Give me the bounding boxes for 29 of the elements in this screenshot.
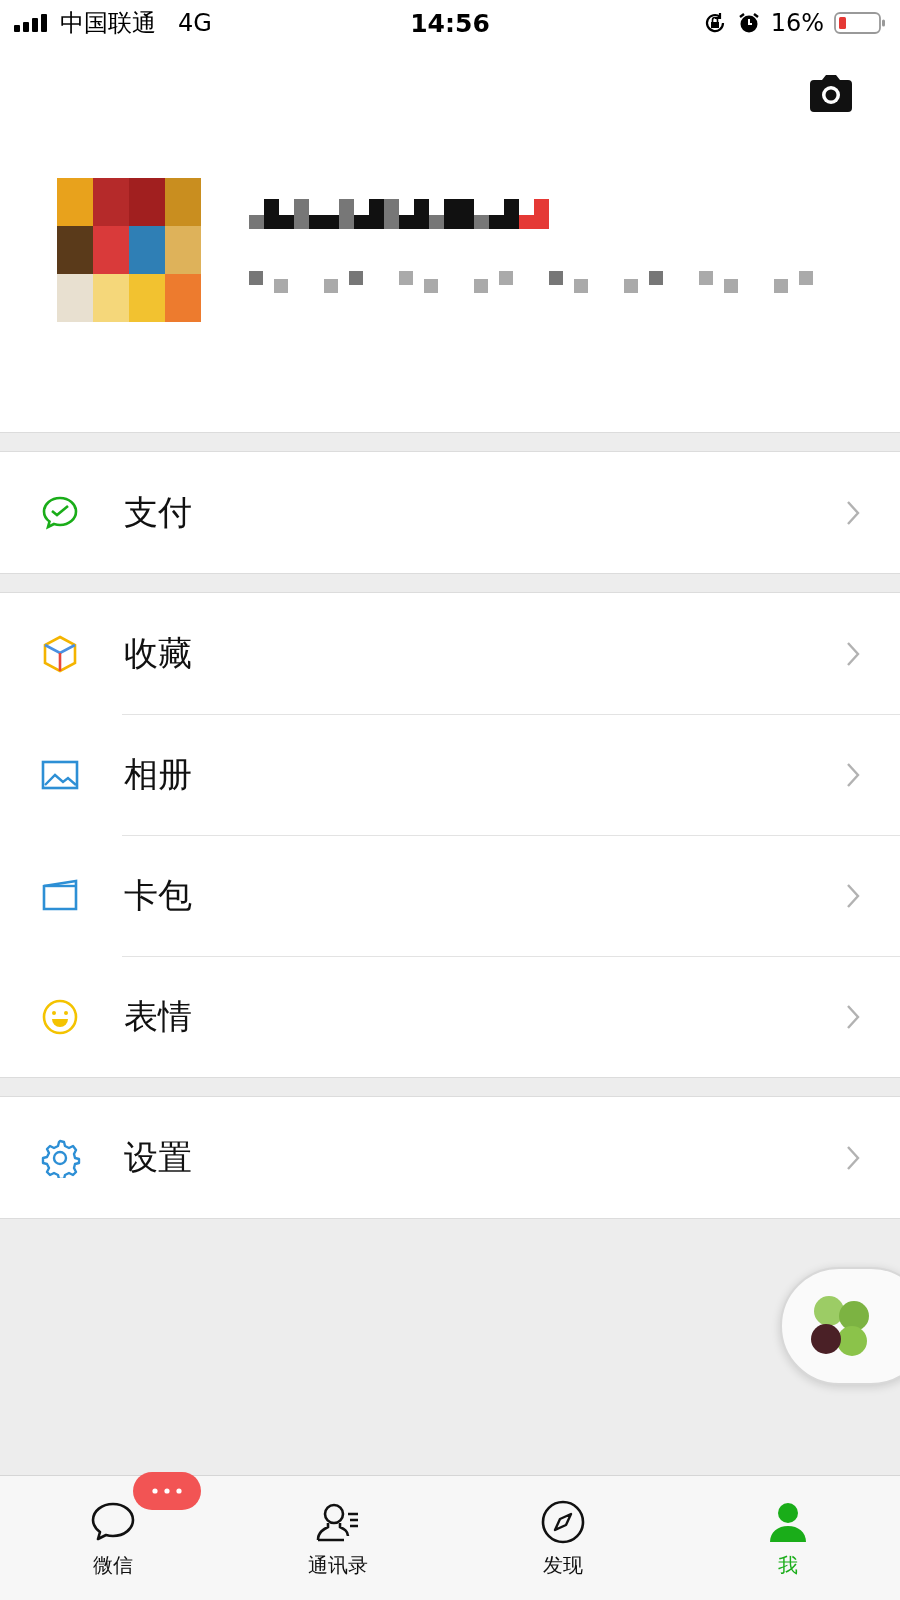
tab[interactable]: 通讯录 xyxy=(225,1476,450,1600)
menu-item[interactable]: 设置 xyxy=(0,1097,900,1218)
floating-button[interactable] xyxy=(780,1267,900,1385)
signal-icon xyxy=(14,14,50,32)
menu-label: 收藏 xyxy=(124,631,193,675)
chevron-icon xyxy=(846,882,860,909)
menu-label: 支付 xyxy=(124,490,193,534)
menu-item[interactable]: 支付 xyxy=(0,452,900,573)
menu-label: 设置 xyxy=(124,1135,193,1179)
battery-icon xyxy=(834,11,886,35)
chevron-icon xyxy=(846,499,860,526)
menu-label: 卡包 xyxy=(124,873,193,917)
carrier-name: 中国联通 xyxy=(60,8,156,39)
chevron-icon xyxy=(846,640,860,667)
menu-item[interactable]: 相册 xyxy=(0,714,900,835)
chevron-icon xyxy=(846,761,860,788)
camera-icon[interactable] xyxy=(808,74,854,112)
tab[interactable]: 发现 xyxy=(450,1476,675,1600)
network-type: 4G xyxy=(178,9,212,37)
chevron-icon xyxy=(846,1144,860,1171)
menu-item[interactable]: 表情 xyxy=(0,956,900,1077)
chevron-icon xyxy=(846,1003,860,1030)
clock-time: 14:56 xyxy=(410,8,490,38)
menu-item[interactable]: 卡包 xyxy=(0,835,900,956)
menu-label: 表情 xyxy=(124,994,193,1038)
battery-percent: 16% xyxy=(770,9,824,37)
menu-item[interactable]: 收藏 xyxy=(0,593,900,714)
tab[interactable]: 微信 xyxy=(0,1476,225,1600)
menu-label: 相册 xyxy=(124,752,193,796)
